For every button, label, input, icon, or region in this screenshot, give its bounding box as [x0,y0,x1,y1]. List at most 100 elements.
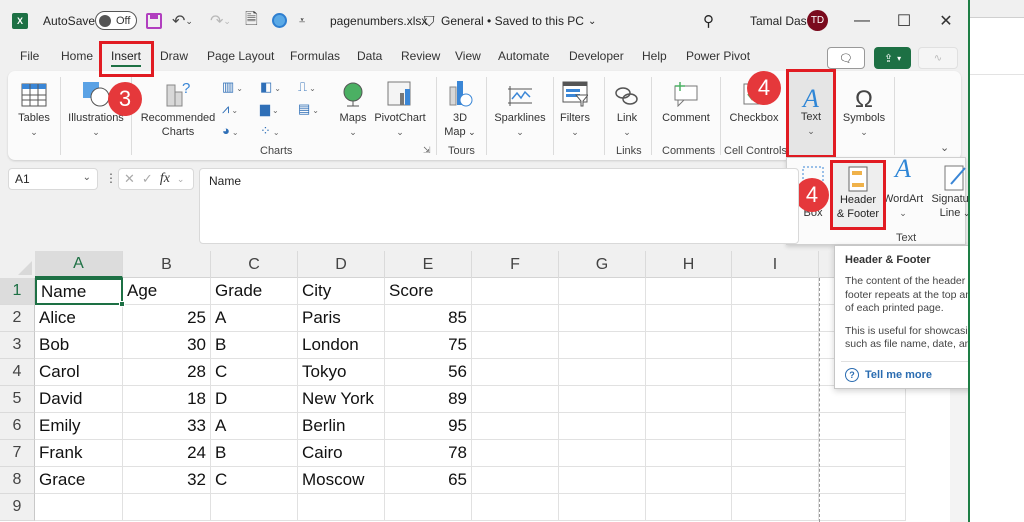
select-all-button[interactable] [0,251,35,278]
header-footer-button[interactable]: Header & Footer [830,160,886,230]
cell[interactable] [646,332,732,359]
dialog-launcher-icon[interactable]: ⇲ [423,145,431,156]
cell[interactable]: David [35,386,123,413]
row-header[interactable]: 9 [0,494,35,521]
row-header[interactable]: 1 [0,278,35,305]
cell[interactable] [472,332,559,359]
cell[interactable]: 24 [123,440,211,467]
cell[interactable]: 75 [385,332,472,359]
cell[interactable]: C [211,467,298,494]
avatar[interactable]: TD [807,10,828,31]
cell[interactable] [472,440,559,467]
cell[interactable] [559,440,646,467]
tab-developer[interactable]: Developer [569,49,624,63]
close-button[interactable]: ✕ [932,8,960,34]
cell[interactable] [298,494,385,521]
cell[interactable] [819,440,906,467]
row-header[interactable]: 4 [0,359,35,386]
cell[interactable] [559,278,646,305]
cell[interactable] [559,332,646,359]
cell[interactable]: Cairo [298,440,385,467]
cell[interactable]: D [211,386,298,413]
cell[interactable]: Grace [35,467,123,494]
cell[interactable] [559,467,646,494]
share-button[interactable]: ⇪ ▾ [874,47,911,69]
tab-view[interactable]: View [455,49,481,63]
cell[interactable] [646,467,732,494]
row-header[interactable]: 7 [0,440,35,467]
cell[interactable]: London [298,332,385,359]
user-name[interactable]: Tamal Das [750,10,807,32]
cell[interactable]: Tokyo [298,359,385,386]
fill-handle[interactable] [119,301,125,307]
pivotchart-button[interactable]: PivotChart ⌄ [372,77,428,139]
column-header[interactable]: D [298,251,385,278]
cell[interactable]: C [211,359,298,386]
cell[interactable] [646,278,732,305]
cell[interactable] [123,494,211,521]
name-box[interactable]: A1 ⌄ [8,168,98,190]
cell[interactable]: 30 [123,332,211,359]
cell[interactable]: 18 [123,386,211,413]
enter-icon[interactable]: ✓ [142,171,153,187]
cell[interactable] [472,386,559,413]
cell[interactable] [35,494,123,521]
row-header[interactable]: 2 [0,305,35,332]
cell[interactable] [732,440,819,467]
symbols-button[interactable]: Ω Symbols ⌄ [841,77,887,139]
cell[interactable]: City [298,278,385,305]
cell[interactable] [646,305,732,332]
cell[interactable]: Paris [298,305,385,332]
cell[interactable]: Score [385,278,472,305]
cell[interactable]: 78 [385,440,472,467]
cell[interactable] [646,413,732,440]
cell[interactable]: 33 [123,413,211,440]
recommended-charts-button[interactable]: ? Recommended Charts [138,77,218,139]
cell[interactable] [819,467,906,494]
statistic-chart-button[interactable]: ▆ ⌄ [260,101,279,117]
cell[interactable] [472,467,559,494]
tab-draw[interactable]: Draw [160,49,188,63]
autosave-toggle[interactable]: Off [95,11,137,30]
undo-icon[interactable]: ↶ ⌄ [172,10,193,32]
cell[interactable]: 65 [385,467,472,494]
cell[interactable] [385,494,472,521]
column-chart-button[interactable]: ▥ ⌄ [222,79,243,95]
sparklines-button[interactable]: Sparklines ⌄ [492,77,548,139]
cell[interactable]: Moscow [298,467,385,494]
cell[interactable]: A [211,413,298,440]
catch-up-button[interactable]: ∿ [918,47,958,69]
cell[interactable] [559,386,646,413]
cell[interactable]: Alice [35,305,123,332]
copilot-circle-icon[interactable] [272,13,287,28]
column-header[interactable]: B [123,251,211,278]
cell[interactable]: Bob [35,332,123,359]
print-preview-icon[interactable]: 🗎 [245,10,258,32]
tab-data[interactable]: Data [357,49,382,63]
tab-help[interactable]: Help [642,49,667,63]
row-header[interactable]: 5 [0,386,35,413]
cell[interactable]: 89 [385,386,472,413]
cell[interactable]: Emily [35,413,123,440]
cell[interactable]: Age [123,278,211,305]
cell[interactable] [819,386,906,413]
cell[interactable]: B [211,332,298,359]
redo-icon[interactable]: ↷ ⌄ [210,10,231,32]
column-header[interactable]: G [559,251,646,278]
cell[interactable] [732,494,819,521]
column-header[interactable]: C [211,251,298,278]
tab-power-pivot[interactable]: Power Pivot [686,49,750,63]
cell[interactable]: 32 [123,467,211,494]
tab-formulas[interactable]: Formulas [290,49,340,63]
formula-input[interactable]: Name [199,168,799,244]
comment-button[interactable]: Comment [658,77,714,125]
text-button[interactable]: A Text ⌄ [786,69,836,158]
column-header[interactable]: E [385,251,472,278]
signature-line-button[interactable]: Signature Line ⌄ [929,162,968,220]
search-icon[interactable]: ⚲ [703,10,714,32]
column-header[interactable]: H [646,251,732,278]
row-header[interactable]: 6 [0,413,35,440]
save-icon[interactable] [146,13,162,29]
cell[interactable]: 85 [385,305,472,332]
insert-function-icon[interactable]: fx [160,171,170,187]
